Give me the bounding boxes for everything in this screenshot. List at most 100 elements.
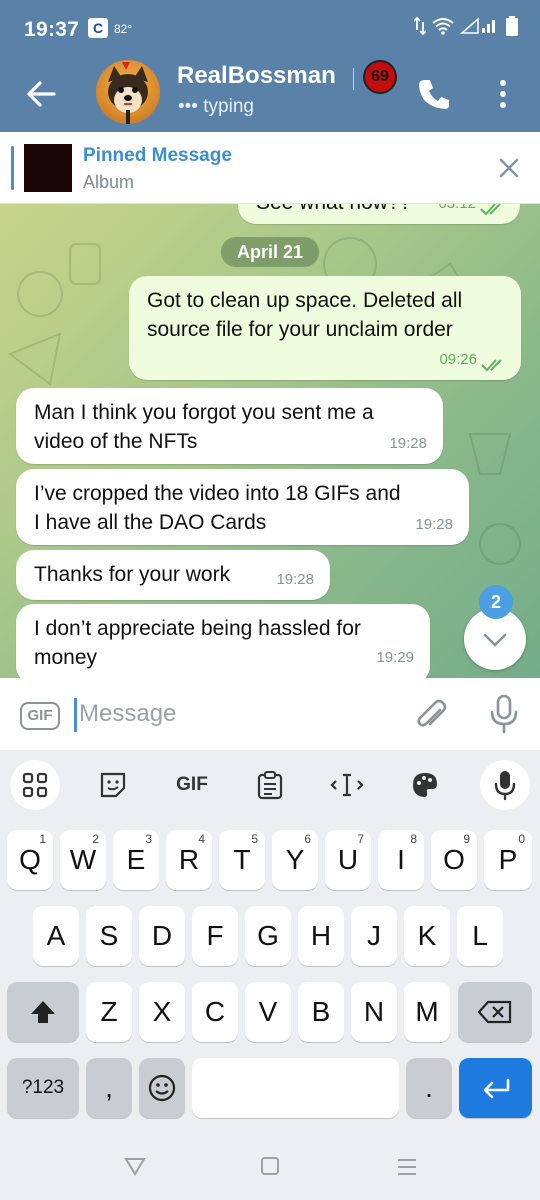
key-label: I <box>397 844 405 875</box>
message-bubble-outgoing[interactable]: Got to clean up space. Deleted all sourc… <box>129 276 521 380</box>
key-hint: 0 <box>518 832 525 846</box>
key-h[interactable]: H <box>298 906 344 966</box>
message-bubble-incoming[interactable]: Thanks for your work 19:28 <box>16 550 330 600</box>
sticker-button[interactable] <box>88 760 138 810</box>
key-j[interactable]: J <box>351 906 397 966</box>
key-l[interactable]: L <box>457 906 503 966</box>
back-button[interactable] <box>22 74 62 114</box>
key-r[interactable]: R4 <box>166 830 212 890</box>
symbols-key[interactable]: ?123 <box>7 1058 79 1118</box>
key-z[interactable]: Z <box>86 982 132 1042</box>
apps-grid-button[interactable] <box>10 760 60 810</box>
key-b[interactable]: B <box>298 982 344 1042</box>
key-v[interactable]: V <box>245 982 291 1042</box>
voice-input-button[interactable] <box>480 760 530 810</box>
key-x[interactable]: X <box>139 982 185 1042</box>
theme-button[interactable] <box>400 760 450 810</box>
attach-button[interactable] <box>412 696 452 736</box>
pinned-title: Pinned Message <box>83 145 232 166</box>
key-q[interactable]: Q1 <box>7 830 53 890</box>
divider <box>353 68 354 90</box>
message-time: 09:26 <box>439 351 477 368</box>
signal-icon <box>460 17 495 34</box>
key-hint: 7 <box>357 832 364 846</box>
key-w[interactable]: W2 <box>60 830 106 890</box>
dog-avatar-icon <box>108 62 148 124</box>
key-a[interactable]: A <box>33 906 79 966</box>
avatar[interactable] <box>96 60 160 124</box>
keyboard-toolbar: GIF <box>0 750 540 820</box>
key-e[interactable]: E3 <box>113 830 159 890</box>
message-line: Man I think you forgot you sent me a <box>34 401 374 424</box>
message-composer: GIF <box>0 678 540 750</box>
message-bubble-outgoing-partial[interactable]: See what now?? 03:12 <box>238 204 520 224</box>
pinned-indicator <box>11 146 14 190</box>
pinned-message-bar[interactable]: Pinned Message Album <box>0 132 540 204</box>
comma-key[interactable]: , <box>86 1058 132 1118</box>
message-bubble-incoming[interactable]: I’ve cropped the video into 18 GIFs and … <box>16 469 469 545</box>
enter-key[interactable] <box>459 1058 532 1118</box>
key-label: R <box>178 844 200 875</box>
message-line: I’ve cropped the video into 18 GIFs and <box>34 482 401 505</box>
unread-count-badge: 2 <box>479 585 513 619</box>
message-bubble-incoming[interactable]: I don’t appreciate being hassled for mon… <box>16 604 430 678</box>
enter-arrow-icon <box>483 1078 509 1099</box>
key-g[interactable]: G <box>245 906 291 966</box>
key-d[interactable]: D <box>139 906 185 966</box>
gif-keyboard-button[interactable]: GIF <box>167 760 217 810</box>
space-key[interactable] <box>192 1058 399 1118</box>
emoji-key[interactable] <box>139 1058 185 1118</box>
message-time: 19:29 <box>376 649 414 666</box>
sticker-icon <box>100 772 126 798</box>
key-hint: 8 <box>410 832 417 846</box>
message-input[interactable] <box>79 696 379 732</box>
key-i[interactable]: I8 <box>378 830 424 890</box>
key-n[interactable]: N <box>351 982 397 1042</box>
contact-name[interactable]: RealBossman <box>177 62 336 90</box>
backspace-key[interactable] <box>458 982 532 1042</box>
key-y[interactable]: Y6 <box>272 830 318 890</box>
read-checks-icon <box>481 359 502 372</box>
message-time: 03:12 <box>438 204 476 218</box>
message-line: money <box>34 646 98 669</box>
clipboard-button[interactable] <box>245 760 295 810</box>
message-bubble-incoming[interactable]: Man I think you forgot you sent me a vid… <box>16 388 443 464</box>
key-k[interactable]: K <box>404 906 450 966</box>
text-caret <box>74 698 77 732</box>
period-key[interactable]: . <box>406 1058 452 1118</box>
nav-recents-icon[interactable] <box>396 1158 418 1176</box>
voice-record-button[interactable] <box>486 692 522 736</box>
text-cursor-icon <box>330 773 364 797</box>
key-s[interactable]: S <box>86 906 132 966</box>
key-u[interactable]: U7 <box>325 830 371 890</box>
backspace-icon <box>478 1000 512 1024</box>
key-p[interactable]: P0 <box>484 830 532 890</box>
nav-home-icon[interactable] <box>260 1156 280 1176</box>
palette-icon <box>413 773 437 797</box>
arrow-left-icon <box>27 81 56 107</box>
typing-label: typing <box>203 96 254 117</box>
message-line: Thanks for your work <box>34 563 231 586</box>
more-options-button[interactable] <box>488 74 518 114</box>
call-button[interactable] <box>414 74 454 114</box>
shift-key[interactable] <box>7 982 79 1042</box>
nav-back-icon[interactable] <box>124 1156 146 1176</box>
key-f[interactable]: F <box>192 906 238 966</box>
key-o[interactable]: O9 <box>431 830 477 890</box>
close-icon[interactable] <box>498 157 520 179</box>
key-label: W <box>69 844 97 875</box>
status-bar: 19:37 C 82° <box>0 0 540 56</box>
gif-button[interactable]: GIF <box>20 702 60 730</box>
key-t[interactable]: T5 <box>219 830 265 890</box>
key-c[interactable]: C <box>192 982 238 1042</box>
battery-icon <box>506 16 518 36</box>
paperclip-icon <box>417 699 447 727</box>
typing-status: ••• typing <box>178 96 254 118</box>
key-m[interactable]: M <box>404 982 450 1042</box>
message-time: 19:28 <box>415 516 453 533</box>
more-vertical-icon <box>500 80 506 108</box>
cursor-control-button[interactable] <box>322 760 372 810</box>
key-hint: 1 <box>39 832 46 846</box>
microphone-icon <box>490 694 518 734</box>
chat-area[interactable]: See what now?? 03:12 April 21 Got to cle… <box>0 204 540 678</box>
